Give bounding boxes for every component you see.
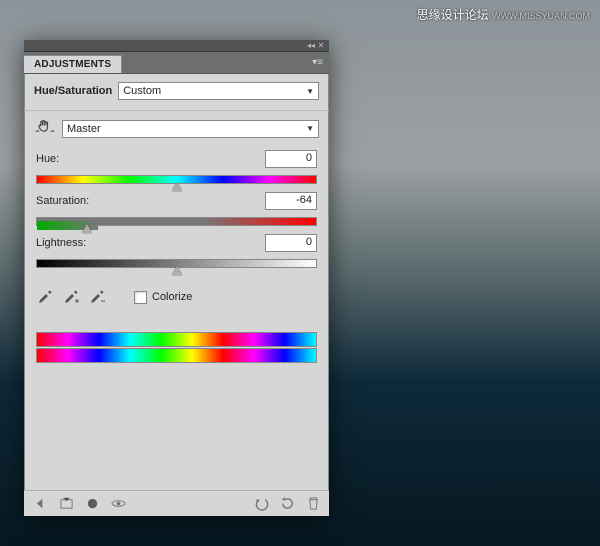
lightness-slider[interactable] <box>36 256 317 268</box>
lightness-slider-block: Lightness: 0 <box>24 230 329 272</box>
saturation-slider-thumb[interactable] <box>82 224 92 233</box>
collapse-icon[interactable]: ◂◂ <box>306 42 316 50</box>
hue-slider-thumb[interactable] <box>172 182 182 191</box>
watermark-sub: WWW.MISSYUAN.COM <box>492 11 590 21</box>
visibility-icon[interactable] <box>110 496 126 512</box>
eyedropper-subtract-icon[interactable] <box>88 288 106 306</box>
clip-to-layer-icon[interactable] <box>84 496 100 512</box>
panel-titlebar[interactable]: ◂◂ ✕ <box>24 40 329 52</box>
lightness-value-input[interactable]: 0 <box>265 234 317 252</box>
colorize-checkbox-row[interactable]: Colorize <box>134 291 192 304</box>
lightness-label: Lightness: <box>36 237 86 249</box>
hue-label: Hue: <box>36 153 59 165</box>
preset-value: Custom <box>123 85 161 97</box>
hue-slider[interactable] <box>36 172 317 184</box>
channel-select[interactable]: Master ▼ <box>62 120 319 138</box>
saturation-slider[interactable] <box>36 214 317 226</box>
spectrum-bottom[interactable] <box>36 348 317 363</box>
targeted-adjustment-tool-icon[interactable] <box>34 117 56 140</box>
saturation-value-input[interactable]: -64 <box>265 192 317 210</box>
lightness-slider-thumb[interactable] <box>172 266 182 275</box>
channel-value: Master <box>67 123 101 135</box>
saturation-label: Saturation: <box>36 195 89 207</box>
hue-slider-block: Hue: 0 <box>24 146 329 188</box>
tab-adjustments[interactable]: ADJUSTMENTS <box>24 55 122 73</box>
hue-value-input[interactable]: 0 <box>265 150 317 168</box>
preset-select[interactable]: Custom ▼ <box>118 82 319 100</box>
channel-row: Master ▼ <box>24 111 329 146</box>
panel-footer <box>24 490 329 516</box>
watermark-main: 思缘设计论坛 <box>417 8 489 22</box>
adjustments-panel: ◂◂ ✕ ADJUSTMENTS ▾≡ Hue/Saturation Custo… <box>24 40 329 516</box>
eyedropper-icon[interactable] <box>36 288 54 306</box>
chevron-down-icon: ▼ <box>306 124 314 133</box>
chevron-down-icon: ▼ <box>306 87 314 96</box>
preset-row: Hue/Saturation Custom ▼ <box>24 74 329 111</box>
colorize-label: Colorize <box>152 291 192 303</box>
saturation-slider-block: Saturation: -64 <box>24 188 329 230</box>
eyedropper-row: Colorize <box>24 272 329 314</box>
previous-state-icon[interactable] <box>253 496 269 512</box>
spectrum-top[interactable] <box>36 332 317 347</box>
back-arrow-icon[interactable] <box>32 496 48 512</box>
close-icon[interactable]: ✕ <box>316 42 326 50</box>
eyedropper-add-icon[interactable] <box>62 288 80 306</box>
spectrum-strips <box>24 314 329 367</box>
reset-icon[interactable] <box>279 496 295 512</box>
panel-menu-icon[interactable]: ▾≡ <box>312 57 323 68</box>
adjustment-type-label: Hue/Saturation <box>34 85 112 97</box>
panel-tabs: ADJUSTMENTS ▾≡ <box>24 52 329 74</box>
watermark: 思缘设计论坛 WWW.MISSYUAN.COM <box>417 6 590 23</box>
expand-view-icon[interactable] <box>58 496 74 512</box>
colorize-checkbox[interactable] <box>134 291 147 304</box>
trash-icon[interactable] <box>305 496 321 512</box>
